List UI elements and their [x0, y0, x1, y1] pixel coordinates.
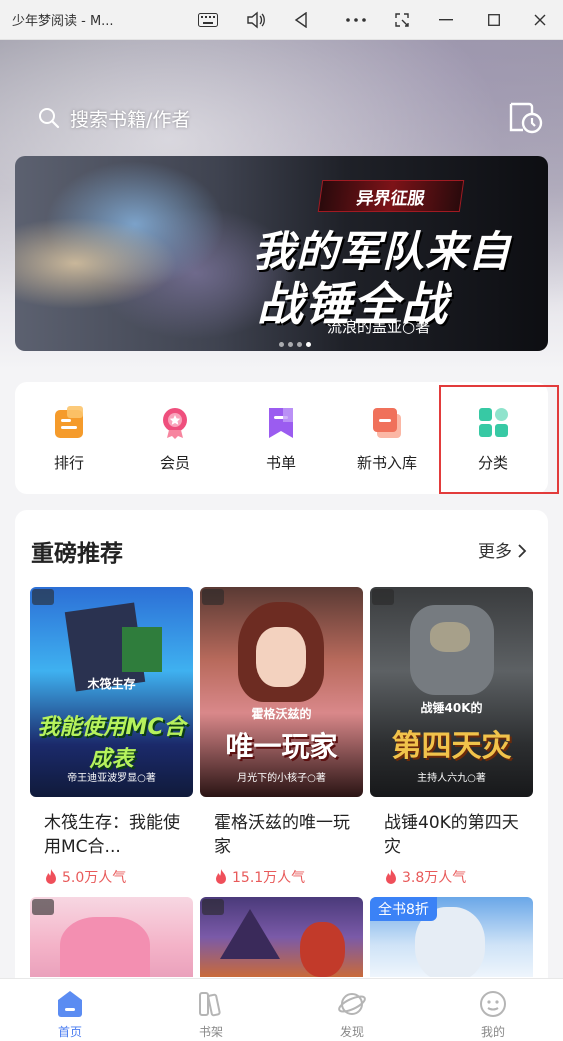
book-title: 战锤40K的第四天灾: [384, 813, 519, 857]
minimize-icon[interactable]: [434, 8, 458, 32]
book-cover: 全书8折: [370, 897, 533, 977]
book-popularity: 15.1万人气: [200, 867, 363, 887]
book-card[interactable]: [30, 897, 193, 977]
book-cover: 霍格沃兹的 唯一玩家 月光下的小核子○著: [200, 587, 363, 797]
nav-label: 书架: [198, 1025, 223, 1039]
banner-tag: 异界征服: [317, 180, 465, 212]
search-placeholder: 搜索书籍/作者: [70, 108, 191, 131]
book-card[interactable]: 全书8折: [370, 897, 533, 977]
cover-corner-mark: [32, 899, 54, 915]
close-icon[interactable]: [528, 8, 552, 32]
cover-author-text: 主持人六九○著: [417, 773, 486, 784]
cover-small-text: 木筏生存: [87, 677, 136, 691]
popularity-text: 3.8万人气: [402, 870, 467, 886]
cover-author-text: 帝王迪亚波罗显○著: [67, 773, 156, 784]
cover-corner-mark: [202, 899, 224, 915]
featured-banner[interactable]: 异界征服 我的军队来自 战锤全战 流浪的盖亚○著: [15, 156, 548, 351]
book-popularity: 3.8万人气: [370, 867, 533, 887]
window-title: 少年梦阅读 - M...: [12, 14, 114, 29]
quick-nav-new-books[interactable]: 新书入库: [337, 382, 437, 494]
quick-nav-label: 书单: [265, 454, 296, 472]
recommend-section: 重磅推荐 更多 木筏生存 我能使用MC合成表 帝王迪亚波罗显○著 木筏生存：我能…: [15, 510, 548, 1030]
cover-small-text: 霍格沃兹的: [251, 707, 312, 721]
search-icon: [39, 108, 60, 129]
quick-nav-vip[interactable]: 会员: [125, 382, 225, 494]
quick-nav-label: 会员: [159, 454, 190, 472]
cover-author-text: 月光下的小核子○著: [237, 773, 326, 784]
more-icon[interactable]: [344, 8, 368, 32]
cover-title-text: 唯一玩家: [225, 730, 338, 763]
nav-bookshelf[interactable]: 书架: [141, 979, 281, 1041]
chevron-right-icon: [518, 544, 527, 558]
ranking-icon: [55, 406, 83, 438]
quick-nav-booklist[interactable]: 书单: [231, 382, 331, 494]
booklist-icon: [269, 408, 293, 438]
banner-author: 流浪的盖亚○著: [327, 318, 431, 336]
cover-corner-mark: [32, 589, 54, 605]
nav-label: 发现: [339, 1025, 364, 1039]
cover-corner-mark: [372, 589, 394, 605]
book-card[interactable]: [200, 897, 363, 977]
nav-discover[interactable]: 发现: [282, 979, 422, 1041]
history-icon: [509, 102, 543, 134]
maximize-icon[interactable]: [482, 8, 506, 32]
back-triangle-icon[interactable]: [289, 8, 313, 32]
screenshot-icon[interactable]: [390, 8, 414, 32]
section-title: 重磅推荐: [31, 541, 123, 567]
cover-title-text: 第四天灾: [391, 729, 512, 764]
search-bar[interactable]: 搜索书籍/作者: [30, 96, 490, 140]
book-cover: [30, 897, 193, 977]
book-card[interactable]: 霍格沃兹的 唯一玩家 月光下的小核子○著 霍格沃兹的唯一玩家 15.1万人气: [200, 587, 363, 887]
book-cover: 战锤40K的 第四天灾 主持人六九○著: [370, 587, 533, 797]
more-link[interactable]: 更多: [478, 537, 527, 562]
fire-icon: [46, 869, 56, 884]
planet-icon: [338, 993, 366, 1015]
carousel-indicator: [279, 342, 311, 347]
nav-label: 首页: [57, 1025, 82, 1039]
nav-home[interactable]: 首页: [0, 979, 140, 1041]
book-cover: [200, 897, 363, 977]
bookshelf-icon: [199, 992, 221, 1017]
category-highlight-box: [439, 385, 559, 494]
fire-icon: [386, 869, 396, 884]
quick-nav-ranking[interactable]: 排行: [19, 382, 119, 494]
book-card[interactable]: 木筏生存 我能使用MC合成表 帝王迪亚波罗显○著 木筏生存：我能使用MC合...…: [30, 587, 193, 887]
cover-title-text: 我能使用MC合成表: [37, 715, 186, 772]
nav-label: 我的: [480, 1025, 505, 1039]
book-title: 木筏生存：我能使用MC合...: [44, 813, 180, 857]
cover-small-text: 战锤40K的: [420, 701, 483, 715]
more-label: 更多: [478, 542, 512, 562]
window-titlebar: 少年梦阅读 - M...: [0, 0, 563, 40]
fire-icon: [216, 869, 226, 884]
home-icon: [58, 991, 82, 1017]
book-cover: 木筏生存 我能使用MC合成表 帝王迪亚波罗显○著: [30, 587, 193, 797]
volume-icon[interactable]: [244, 8, 268, 32]
book-card[interactable]: 战锤40K的 第四天灾 主持人六九○著 战锤40K的第四天灾 3.8万人气: [370, 587, 533, 887]
quick-nav-label: 排行: [53, 454, 84, 472]
book-title: 霍格沃兹的唯一玩家: [214, 813, 350, 857]
keyboard-icon[interactable]: [196, 8, 220, 32]
cover-corner-mark: [202, 589, 224, 605]
nav-profile[interactable]: 我的: [423, 979, 563, 1041]
discount-badge: 全书8折: [370, 897, 437, 921]
smiley-icon: [480, 991, 506, 1017]
reading-history-button[interactable]: [506, 100, 546, 136]
quick-nav-label: 新书入库: [356, 454, 417, 472]
vip-icon: [163, 408, 187, 439]
bottom-navigation: 首页 书架 发现 我的: [0, 978, 563, 1041]
popularity-text: 15.1万人气: [232, 870, 306, 886]
newbook-icon: [373, 408, 401, 438]
book-popularity: 5.0万人气: [30, 867, 193, 887]
popularity-text: 5.0万人气: [62, 870, 127, 886]
